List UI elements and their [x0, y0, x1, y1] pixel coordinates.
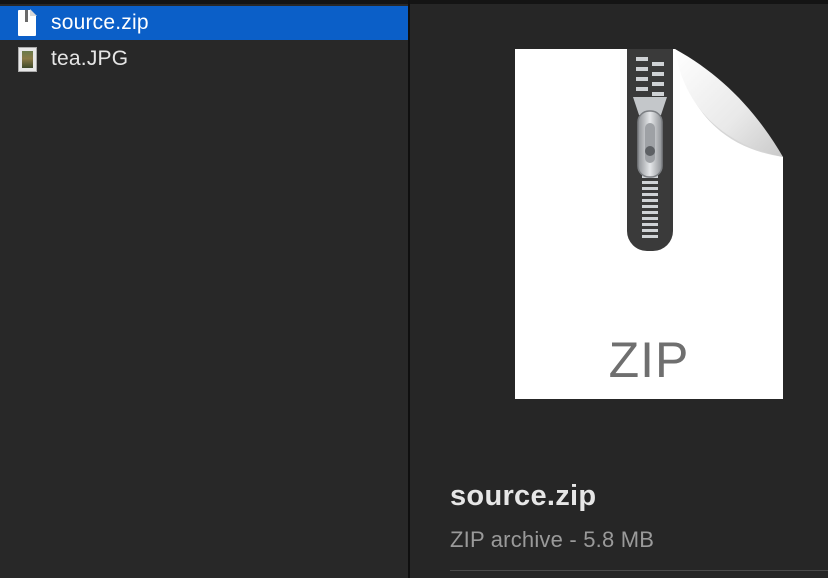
jpg-file-icon [14, 45, 42, 73]
preview-file-name: source.zip [450, 480, 597, 512]
divider [450, 570, 828, 571]
zip-type-label: ZIP [608, 332, 690, 388]
file-row-source-zip[interactable]: source.zip [0, 6, 408, 40]
file-row-tea-jpg[interactable]: tea.JPG [0, 42, 408, 76]
file-name: tea.JPG [51, 47, 129, 70]
zip-archive-icon: ZIP [515, 49, 783, 399]
zip-file-icon [14, 9, 42, 37]
preview-file-info: ZIP archive - 5.8 MB [450, 527, 655, 552]
file-list-pane: source.zip tea.JPG [0, 4, 408, 578]
file-name: source.zip [51, 11, 149, 34]
preview-pane: ZIP source.zip ZIP archive - 5.8 MB [410, 4, 828, 578]
